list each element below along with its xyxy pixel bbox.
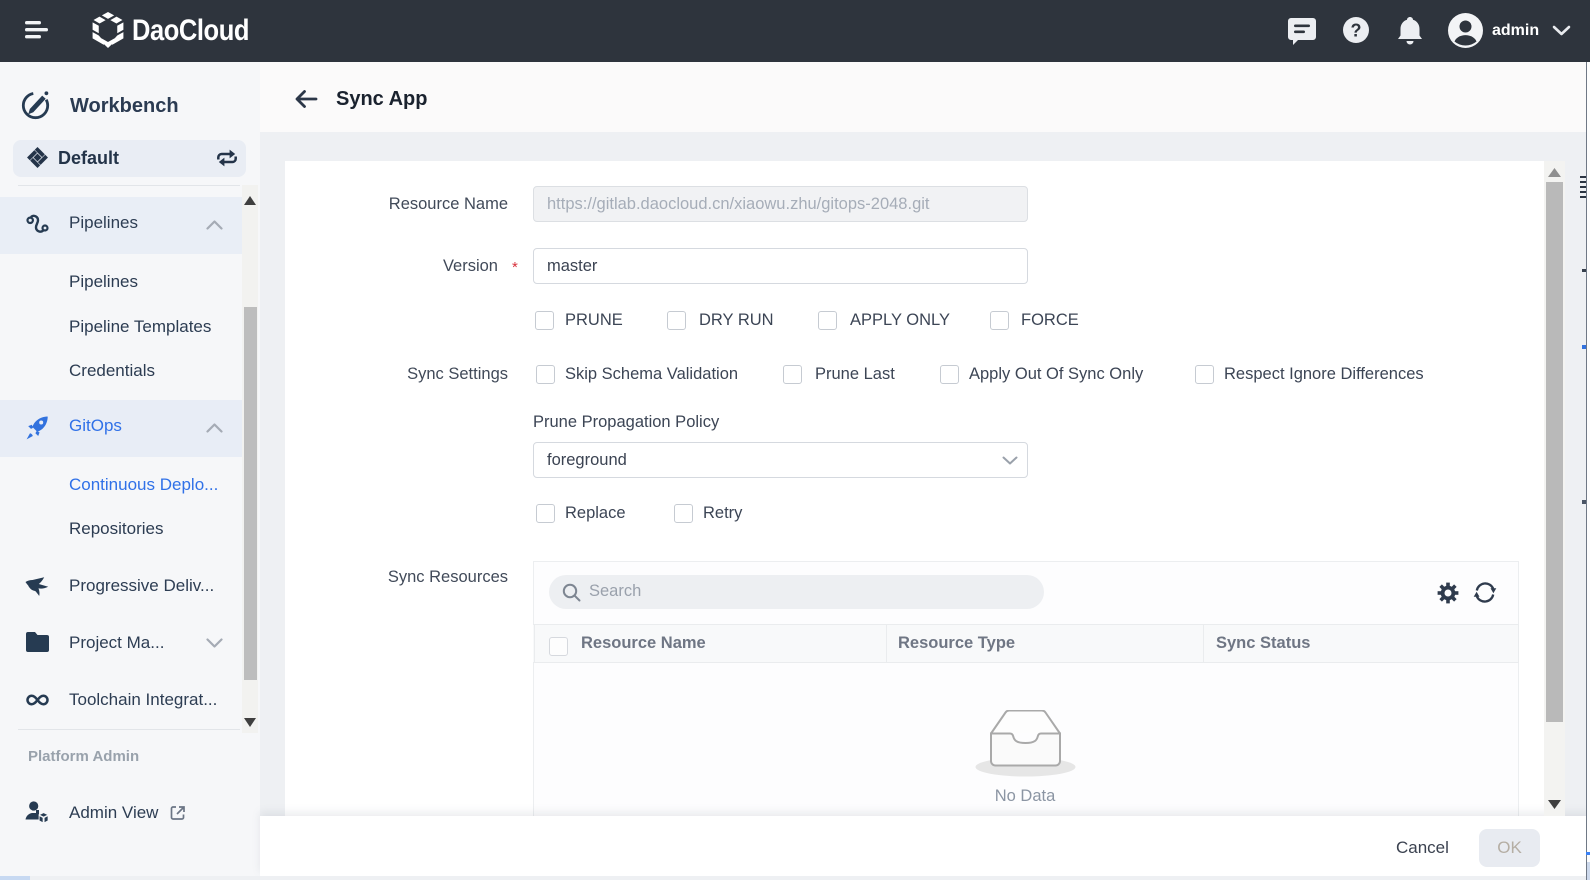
svg-text:?: ?	[1351, 21, 1362, 41]
